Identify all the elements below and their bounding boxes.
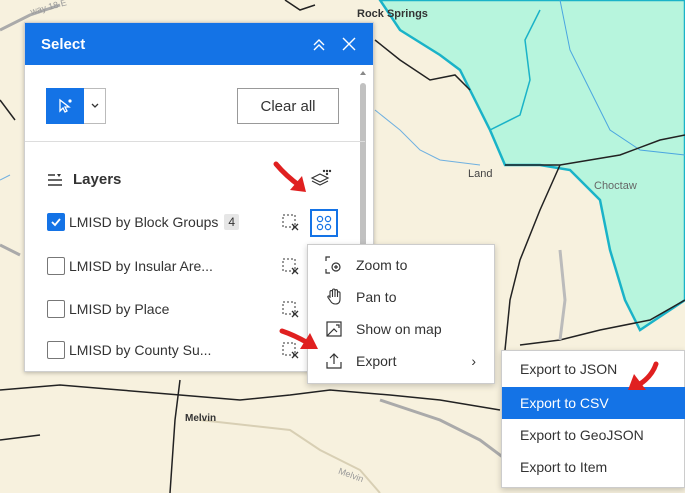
cursor-select-icon [59, 98, 72, 113]
map-label-land: Land [468, 168, 493, 180]
layer-name: LMISD by Insular Are... [69, 258, 213, 274]
clear-all-button[interactable]: Clear all [237, 88, 339, 124]
select-tool-dropdown[interactable] [84, 88, 106, 124]
layers-options-icon[interactable] [310, 168, 332, 193]
layer-checkbox[interactable] [47, 341, 65, 359]
scroll-up-icon[interactable] [359, 69, 367, 77]
layer-row-block-groups[interactable]: LMISD by Block Groups 4 [47, 213, 240, 231]
chevron-right-icon: › [471, 353, 476, 369]
menu-item-export[interactable]: Export › [308, 345, 496, 377]
chevron-down-icon [91, 103, 98, 108]
export-to-geojson[interactable]: Export to GeoJSON [502, 419, 685, 451]
map-label-choctaw: Choctaw [594, 180, 637, 192]
collapse-icon[interactable] [311, 36, 327, 52]
menu-item-show-on-map[interactable]: Show on map [308, 313, 496, 345]
divider [25, 141, 365, 142]
selection-count-badge: 4 [224, 214, 240, 230]
pan-hand-icon [324, 287, 344, 307]
panel-title: Select [41, 35, 86, 53]
layer-row-place[interactable]: LMISD by Place [47, 300, 169, 318]
menu-item-zoom-to[interactable]: Zoom to [308, 249, 496, 281]
export-to-item[interactable]: Export to Item [502, 451, 685, 483]
annotation-arrow-icon [628, 361, 659, 390]
zoom-to-icon [324, 255, 344, 275]
layer-checkbox[interactable] [47, 300, 65, 318]
header-actions [311, 36, 357, 52]
annotation-arrow-icon [273, 161, 306, 192]
map-label-rock-springs: Rock Springs [357, 8, 428, 20]
export-icon [324, 351, 344, 371]
layer-options-menu: Zoom to Pan to Show on map Export › [307, 244, 495, 384]
layer-row-county-subdivisions[interactable]: LMISD by County Su... [47, 341, 211, 359]
layer-name: LMISD by County Su... [69, 342, 212, 358]
checkmark-icon [51, 218, 61, 227]
menu-item-label: Show on map [356, 321, 442, 337]
map-label-melvin: Melvin [185, 413, 217, 424]
select-tool-button[interactable] [46, 88, 84, 124]
layer-name: LMISD by Place [69, 301, 170, 317]
layers-list-icon [48, 173, 62, 186]
clear-selection-icon[interactable] [282, 214, 300, 237]
layer-options-button[interactable] [310, 209, 338, 237]
menu-item-label: Export [356, 353, 397, 369]
layer-name: LMISD by Block Groups [69, 214, 219, 230]
layers-title: Layers [73, 171, 122, 188]
layers-header: Layers [47, 171, 121, 188]
layer-checkbox[interactable] [47, 257, 65, 275]
show-on-map-icon [324, 319, 344, 339]
menu-item-label: Pan to [356, 289, 397, 305]
clear-selection-icon[interactable] [282, 258, 300, 281]
grid-dots-icon [316, 215, 332, 231]
menu-item-pan-to[interactable]: Pan to [308, 281, 496, 313]
selection-tool-group [46, 88, 106, 124]
menu-item-label: Zoom to [356, 257, 408, 273]
layer-row-insular-areas[interactable]: LMISD by Insular Are... [47, 257, 213, 275]
panel-header: Select [25, 23, 373, 65]
close-icon[interactable] [341, 36, 357, 52]
layer-checkbox[interactable] [47, 213, 65, 231]
annotation-arrow-icon [279, 328, 318, 349]
clear-selection-icon[interactable] [282, 301, 300, 324]
